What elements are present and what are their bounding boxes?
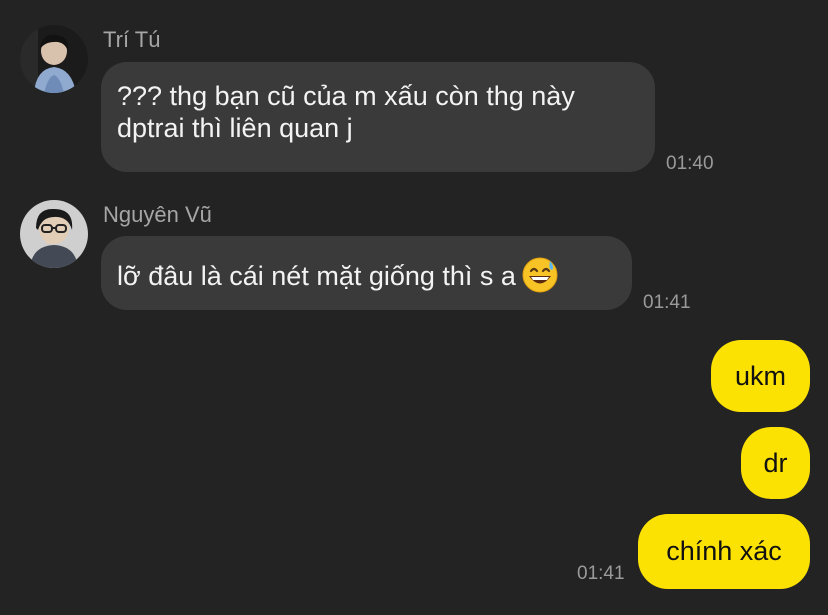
message-bubble-outgoing[interactable]: chính xác xyxy=(638,514,810,589)
message-text: dr xyxy=(763,448,788,478)
message-bubble-outgoing[interactable]: dr xyxy=(741,427,810,499)
message-text: lỡ đâu là cái nét mặt giống thì s a xyxy=(117,261,516,291)
message-bubble-outgoing[interactable]: ukm xyxy=(711,340,810,412)
grinning-face-with-sweat-icon xyxy=(522,257,558,293)
message-text: chính xác xyxy=(666,536,782,566)
message-bubble[interactable]: ??? thg bạn cũ của m xấu còn thg này dpt… xyxy=(101,62,655,172)
avatar-nguyen-vu-image xyxy=(20,200,88,268)
message-text: ??? thg bạn cũ của m xấu còn thg này xyxy=(117,81,575,111)
message-bubble[interactable]: lỡ đâu là cái nét mặt giống thì s a xyxy=(101,236,632,310)
sender-name: Nguyên Vũ xyxy=(103,202,212,227)
message-text: dptrai thì liên quan j xyxy=(117,113,353,143)
message-time: 01:41 xyxy=(577,563,625,584)
message-time: 01:41 xyxy=(643,292,691,313)
avatar-nguyen-vu[interactable] xyxy=(20,200,88,268)
avatar-tri-tu[interactable] xyxy=(20,25,88,93)
sender-name: Trí Tú xyxy=(103,27,161,52)
chat-thread: Trí Tú ??? thg bạn cũ của m xấu còn thg … xyxy=(0,0,828,615)
message-time: 01:40 xyxy=(666,153,714,174)
avatar-tri-tu-image xyxy=(20,25,88,93)
message-text: ukm xyxy=(734,361,786,391)
